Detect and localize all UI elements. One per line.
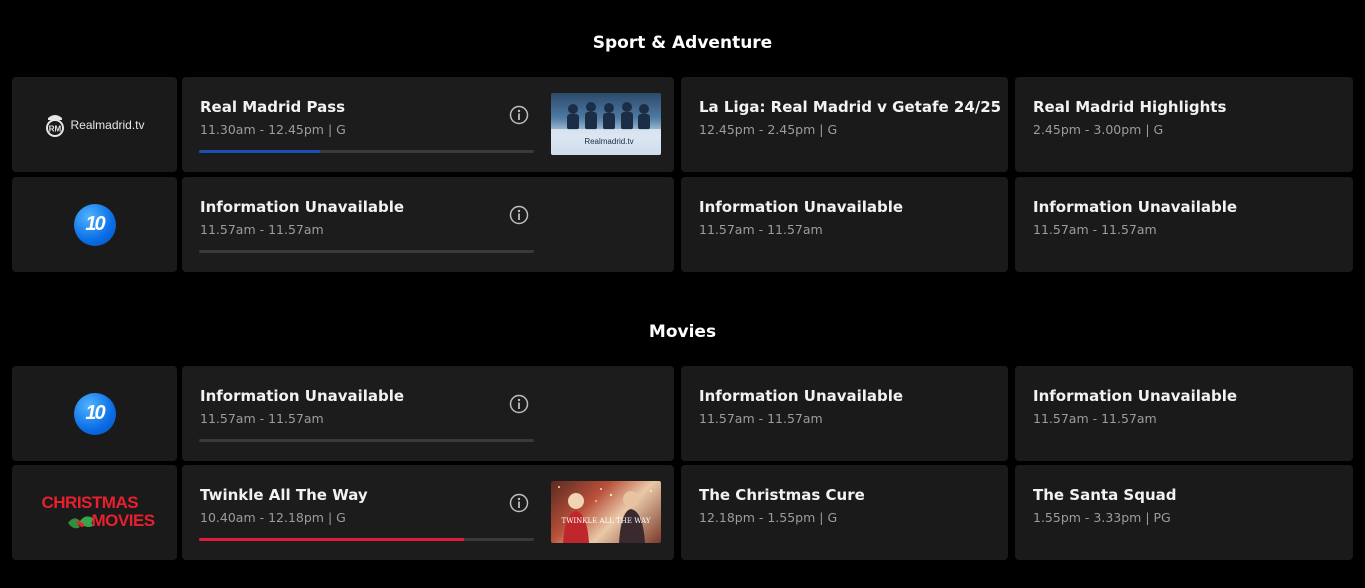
- channel-logo-realmadrid[interactable]: RM Realmadrid.tv: [12, 77, 177, 172]
- thumbnail-caption: Realmadrid.tv: [584, 137, 633, 146]
- program-thumbnail[interactable]: Realmadrid.tv: [551, 93, 661, 155]
- program-card-later[interactable]: Information Unavailable 11.57am - 11.57a…: [1015, 177, 1353, 272]
- thumbnail-caption: TWINKLE ALL THE WAY: [562, 517, 651, 525]
- program-title: The Christmas Cure: [699, 486, 865, 504]
- program-time-rating: 12.18pm - 1.55pm | G: [699, 510, 838, 525]
- program-title: Information Unavailable: [200, 198, 405, 216]
- program-card-now[interactable]: Twinkle All The Way 10.40am - 12.18pm | …: [182, 465, 674, 560]
- program-title: The Santa Squad: [1033, 486, 1177, 504]
- program-card-now[interactable]: Real Madrid Pass 11.30am - 12.45pm | G R…: [182, 77, 674, 172]
- progress-track: [199, 150, 534, 153]
- section-title-movies: Movies: [648, 322, 717, 342]
- program-card-next[interactable]: Information Unavailable 11.57am - 11.57a…: [681, 366, 1008, 461]
- program-title: Information Unavailable: [699, 387, 904, 405]
- channel-row-ten: 10 Information Unavailable 11.57am - 11.…: [12, 177, 1353, 272]
- logo-line-movies: MOVIES: [91, 510, 156, 530]
- program-card-next[interactable]: The Christmas Cure 12.18pm - 1.55pm | G: [681, 465, 1008, 560]
- program-title: Information Unavailable: [1033, 387, 1238, 405]
- program-thumbnail[interactable]: TWINKLE ALL THE WAY: [551, 481, 661, 543]
- channel-10-logo: 10: [73, 392, 116, 435]
- program-card-later[interactable]: Information Unavailable 11.57am - 11.57a…: [1015, 366, 1353, 461]
- realmadrid-logo-text: Realmadrid.tv: [70, 117, 145, 132]
- progress-track: [199, 439, 534, 442]
- channel-10-logo: 10: [73, 203, 116, 246]
- channel-logo-ten[interactable]: 10: [12, 177, 177, 272]
- program-title: La Liga: Real Madrid v Getafe 24/25: [699, 98, 1002, 116]
- realmadrid-crest-icon: RM: [46, 114, 65, 137]
- progress-fill: [199, 538, 464, 541]
- program-title: Information Unavailable: [200, 387, 405, 405]
- section-title-sport-adventure: Sport & Adventure: [592, 33, 773, 53]
- info-icon[interactable]: [509, 205, 529, 225]
- realmadrid-logo: RM Realmadrid.tv: [44, 112, 145, 138]
- logo-line-christmas: CHRISTMAS: [41, 492, 139, 512]
- program-title: Real Madrid Pass: [200, 98, 346, 116]
- program-time-rating: 11.30am - 12.45pm | G: [200, 122, 346, 137]
- program-time-rating: 11.57am - 11.57am: [200, 411, 324, 426]
- program-time-rating: 11.57am - 11.57am: [1033, 222, 1157, 237]
- info-icon[interactable]: [509, 105, 529, 125]
- program-card-later[interactable]: The Santa Squad 1.55pm - 3.33pm | PG: [1015, 465, 1353, 560]
- info-icon[interactable]: [509, 394, 529, 414]
- program-time-rating: 12.45pm - 2.45pm | G: [699, 122, 838, 137]
- channel-row-ten-movies: 10 Information Unavailable 11.57am - 11.…: [12, 366, 1353, 461]
- channel-logo-christmas-movies[interactable]: CHRISTMAS MOVIES: [12, 465, 177, 560]
- christmas-movies-logo: CHRISTMAS MOVIES: [40, 492, 156, 533]
- program-card-later[interactable]: Real Madrid Highlights 2.45pm - 3.00pm |…: [1015, 77, 1353, 172]
- program-card-now[interactable]: Information Unavailable 11.57am - 11.57a…: [182, 366, 674, 461]
- program-card-next[interactable]: Information Unavailable 11.57am - 11.57a…: [681, 177, 1008, 272]
- program-time-rating: 11.57am - 11.57am: [699, 411, 823, 426]
- program-time-rating: 2.45pm - 3.00pm | G: [1033, 122, 1164, 137]
- info-icon[interactable]: [509, 493, 529, 513]
- program-card-next[interactable]: La Liga: Real Madrid v Getafe 24/25 12.4…: [681, 77, 1008, 172]
- program-title: Twinkle All The Way: [200, 486, 368, 504]
- program-title: Information Unavailable: [699, 198, 904, 216]
- program-time-rating: 11.57am - 11.57am: [200, 222, 324, 237]
- thumbnail-players-image: Realmadrid.tv: [551, 102, 661, 155]
- channel-logo-ten[interactable]: 10: [12, 366, 177, 461]
- program-title: Real Madrid Highlights: [1033, 98, 1227, 116]
- program-card-now[interactable]: Information Unavailable 11.57am - 11.57a…: [182, 177, 674, 272]
- progress-fill: [199, 150, 320, 153]
- thumbnail-movie-poster-image: TWINKLE ALL THE WAY: [558, 486, 652, 543]
- program-time-rating: 11.57am - 11.57am: [699, 222, 823, 237]
- progress-track: [199, 250, 534, 253]
- channel-row-christmas-movies: CHRISTMAS MOVIES Twinkle All The Way 10.…: [12, 465, 1353, 560]
- program-time-rating: 1.55pm - 3.33pm | PG: [1033, 510, 1171, 525]
- svg-text:RM: RM: [49, 124, 62, 133]
- program-time-rating: 11.57am - 11.57am: [1033, 411, 1157, 426]
- channel-row-realmadrid: RM Realmadrid.tv Real Madrid Pass 11.30a…: [12, 77, 1353, 172]
- program-title: Information Unavailable: [1033, 198, 1238, 216]
- progress-track: [199, 538, 534, 541]
- program-time-rating: 10.40am - 12.18pm | G: [200, 510, 346, 525]
